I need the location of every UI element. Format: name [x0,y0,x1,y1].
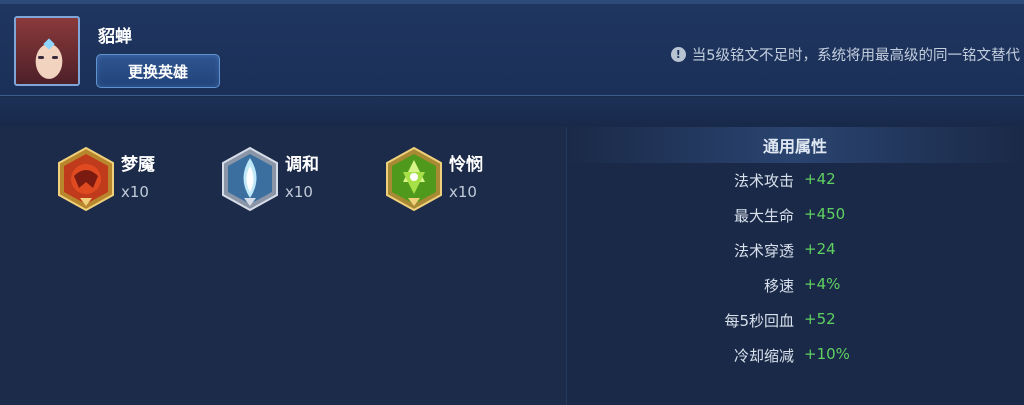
green-rune-icon [383,146,445,212]
avatar-eye [38,56,44,59]
hero-name: 貂蝉 [98,27,132,47]
hero-avatar[interactable] [14,16,80,86]
rune-item-nightmare[interactable]: 梦魇 x10 [55,146,155,212]
rune-name: 怜悯 [449,155,483,175]
stat-label: 冷却缩减 [733,347,794,365]
stat-label: 法术穿透 [733,242,794,260]
rune-item-mercy[interactable]: 怜悯 x10 [383,146,483,212]
avatar-eye [52,56,58,59]
replacement-notice: ! 当5级铭文不足时，系统将用最高级的同一铭文替代 [670,44,1020,65]
blue-rune-icon [219,146,281,212]
stat-value: +4% [804,275,841,293]
notice-text: 当5级铭文不足时，系统将用最高级的同一铭文替代 [691,48,1020,64]
separator-band [0,97,1024,127]
stat-row: 每5秒回血 +52 [566,310,836,331]
stat-row: 法术穿透 +24 [566,240,836,261]
stat-label: 法术攻击 [733,172,794,190]
change-hero-button[interactable]: 更换英雄 [96,54,220,88]
stat-row: 移速 +4% [566,275,840,296]
rune-name: 梦魇 [121,155,155,175]
stat-value: +24 [804,240,836,258]
stat-label: 移速 [763,277,794,295]
red-rune-icon [55,146,117,212]
rune-count: x10 [121,183,149,201]
stat-value: +450 [804,205,846,223]
avatar-portrait [16,18,78,84]
stat-label: 每5秒回血 [724,312,794,330]
stat-value: +52 [804,310,836,328]
rune-count: x10 [449,183,477,201]
stat-row: 最大生命 +450 [566,205,845,226]
rune-item-harmony[interactable]: 调和 x10 [219,146,319,212]
stat-row: 法术攻击 +42 [566,170,836,191]
stat-value: +42 [804,170,836,188]
stats-title: 通用属性 [566,127,1024,163]
stat-row: 冷却缩减 +10% [566,345,850,366]
stat-label: 最大生命 [733,207,794,225]
stat-value: +10% [804,345,850,363]
info-icon: ! [670,47,686,62]
rune-count: x10 [285,183,313,201]
hero-header: 貂蝉 更换英雄 ! 当5级铭文不足时，系统将用最高级的同一铭文替代 [0,4,1024,96]
rune-name: 调和 [285,155,319,175]
